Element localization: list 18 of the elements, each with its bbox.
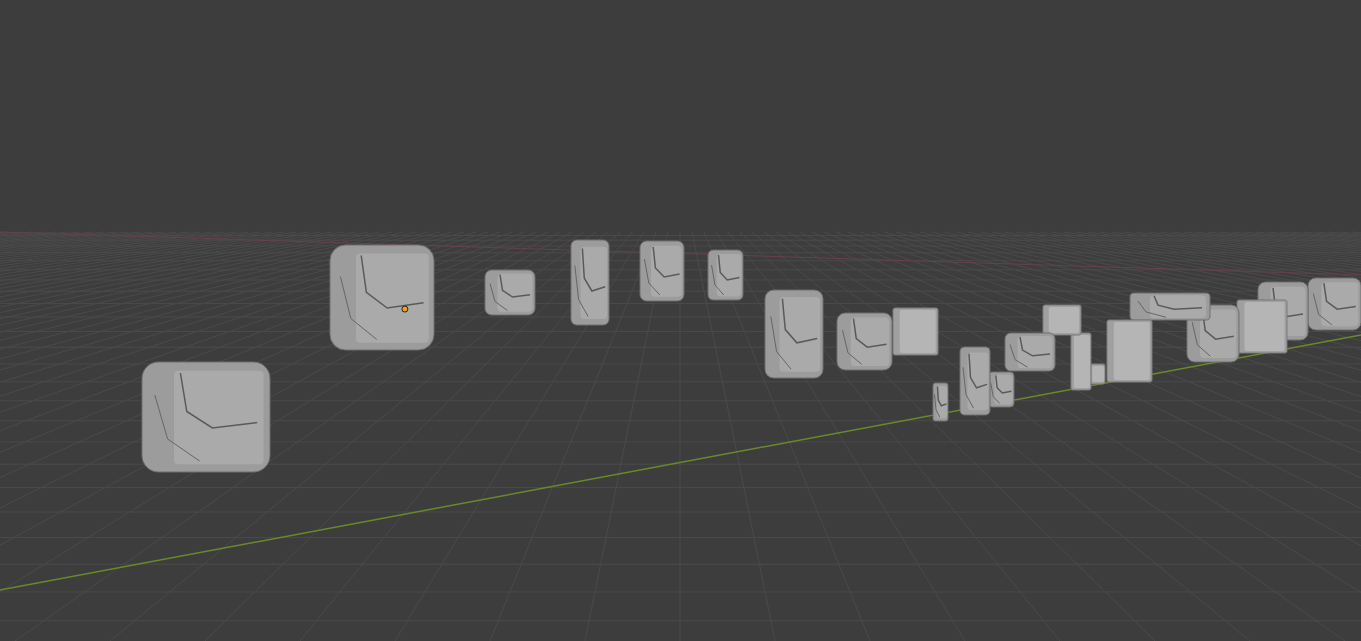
stone-block-drawing[interactable]	[892, 307, 939, 356]
stone-block-drawing[interactable]	[836, 312, 893, 371]
stone-block-drawing[interactable]	[1307, 277, 1361, 331]
stone-block-drawing[interactable]	[764, 289, 824, 379]
stone-block-drawing[interactable]	[1070, 332, 1092, 391]
stone-block-drawing[interactable]	[570, 239, 610, 326]
stone-block-drawing[interactable]	[639, 240, 685, 302]
stone-block-drawing[interactable]	[329, 244, 435, 351]
stone-block-drawing[interactable]	[1106, 319, 1153, 383]
stone-block-drawing[interactable]	[959, 346, 991, 416]
stone-block-drawing[interactable]	[141, 361, 271, 473]
stone-block-drawing[interactable]	[1129, 292, 1211, 321]
stone-block-drawing[interactable]	[1236, 299, 1288, 354]
stone-block-drawing[interactable]	[484, 269, 536, 316]
stone-block-drawing[interactable]	[707, 249, 744, 301]
stone-block-drawing[interactable]	[1042, 304, 1082, 336]
stone-block-drawing[interactable]	[1004, 332, 1056, 372]
stone-block-drawing[interactable]	[932, 382, 949, 422]
